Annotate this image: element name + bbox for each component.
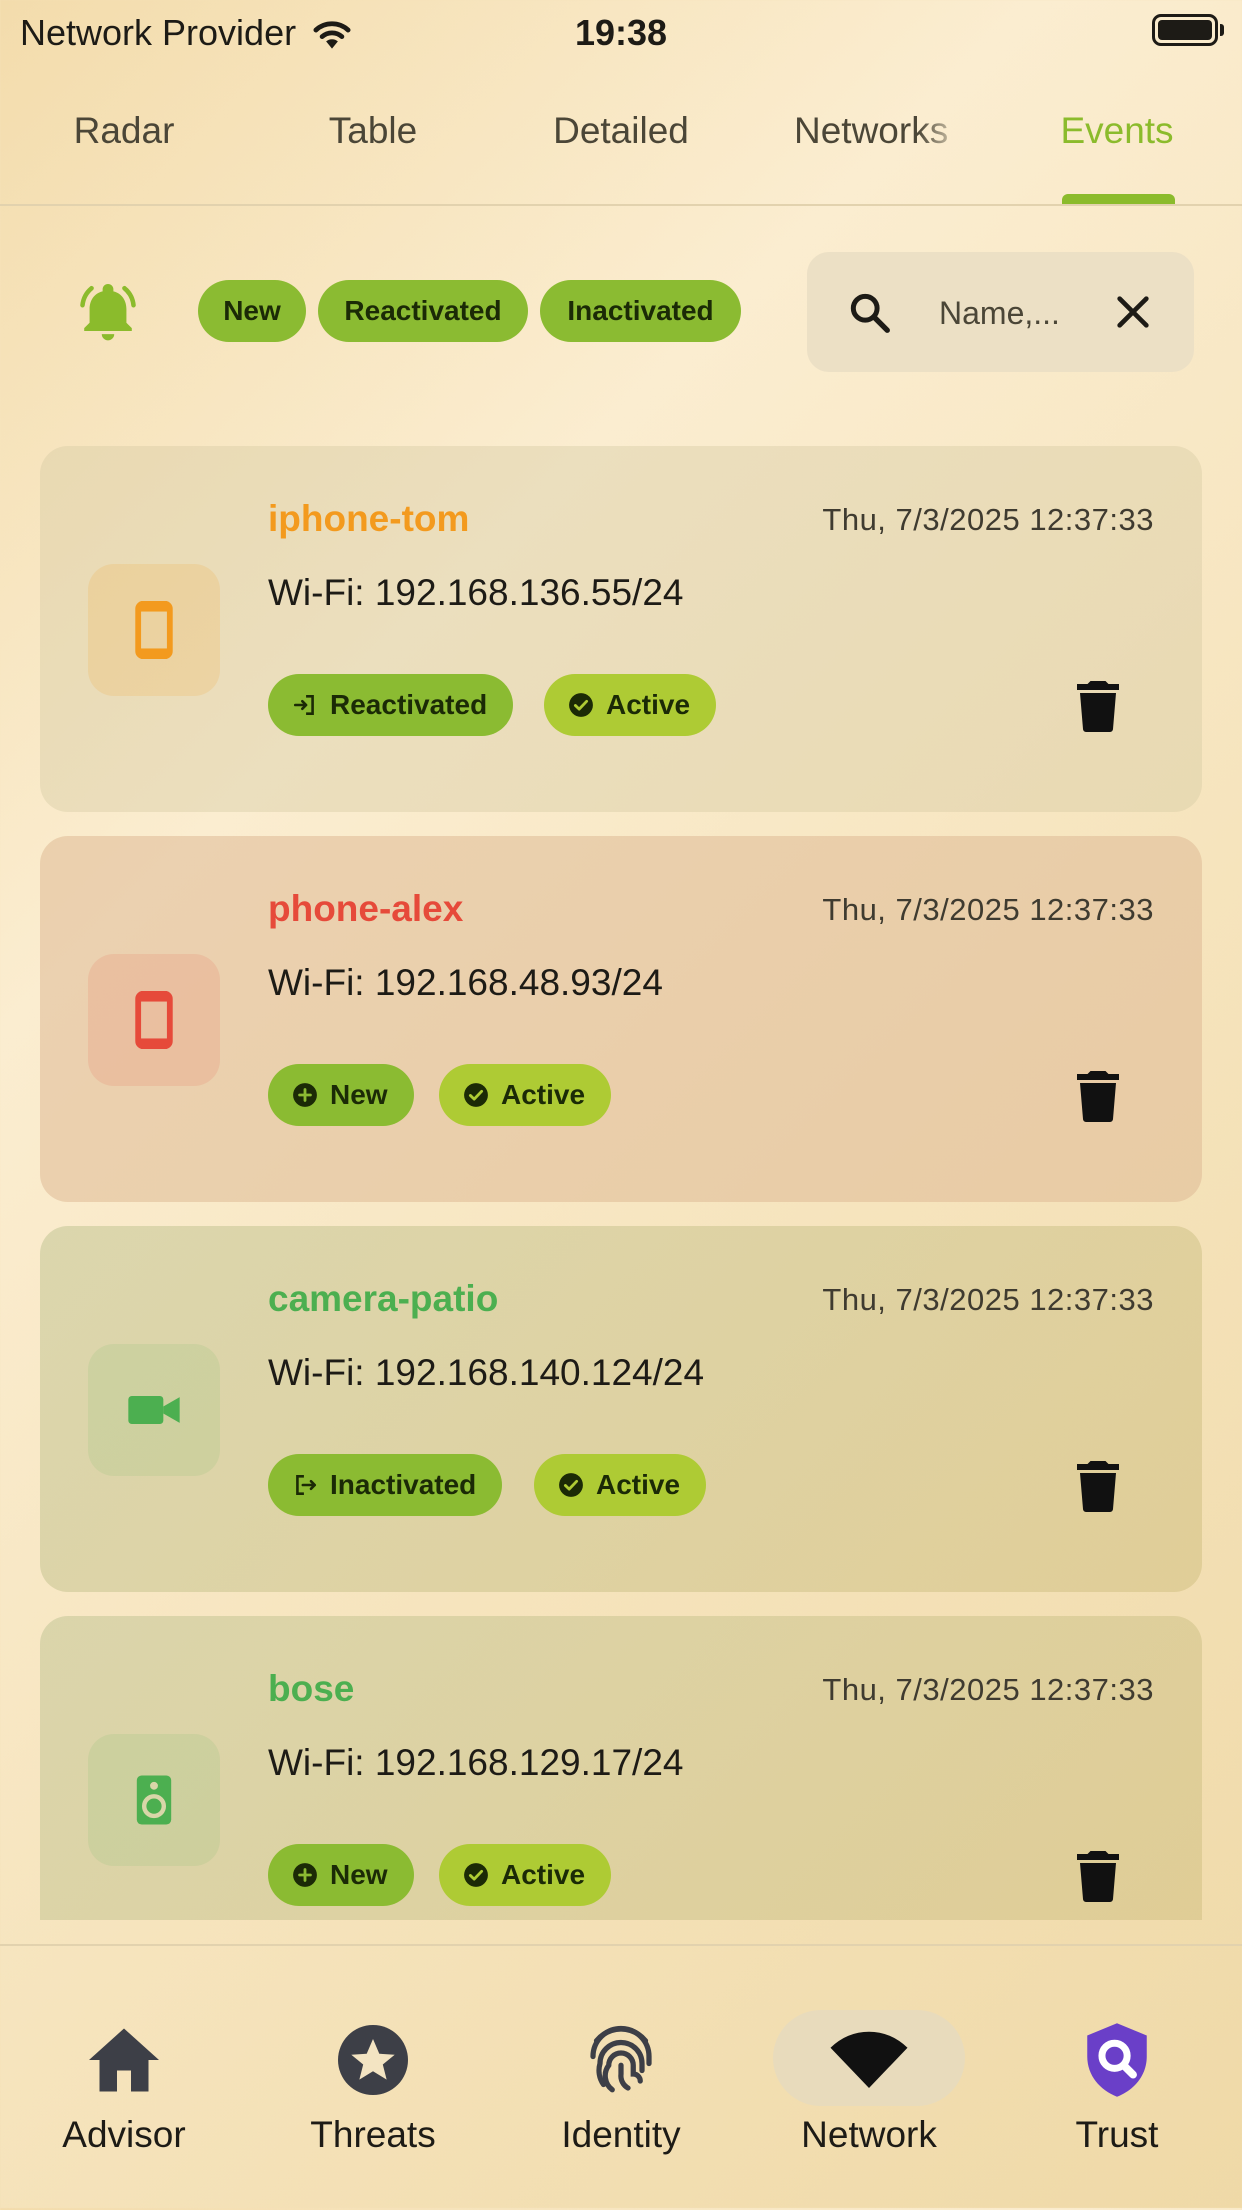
video-camera-icon xyxy=(128,1396,180,1424)
device-icon-tile xyxy=(88,1734,220,1866)
tab-networks[interactable]: Networks xyxy=(758,110,958,152)
filter-chip-new[interactable]: New xyxy=(198,280,306,342)
device-icon-tile xyxy=(88,954,220,1086)
check-circle-icon xyxy=(569,693,593,717)
filter-chip-inactivated[interactable]: Inactivated xyxy=(540,280,741,342)
device-address: Wi-Fi: 192.168.48.93/24 xyxy=(268,962,663,1003)
check-circle-icon xyxy=(464,1083,488,1107)
status-badge-label: Active xyxy=(596,1469,681,1500)
tab-events[interactable]: Events xyxy=(1002,110,1232,152)
phone-icon xyxy=(135,991,173,1049)
home-icon xyxy=(89,2028,159,2092)
speaker-icon xyxy=(136,1775,172,1825)
event-badge-reactivated: Reactivated xyxy=(268,674,514,736)
battery-nub xyxy=(1220,24,1224,36)
nav-identity[interactable]: Identity xyxy=(501,2018,741,2156)
event-badge-label: Reactivated xyxy=(330,689,488,720)
device-name: bose xyxy=(268,1668,355,1709)
trash-icon[interactable] xyxy=(1074,1068,1122,1122)
nav-threats[interactable]: Threats xyxy=(253,2018,493,2156)
plus-circle-icon xyxy=(293,1863,317,1887)
event-badge-inactivated: Inactivated xyxy=(268,1454,503,1516)
nav-label: Trust xyxy=(1075,2114,1159,2155)
status-badge-label: Active xyxy=(501,1079,586,1110)
status-badge: Active xyxy=(534,1454,707,1516)
shield-search-icon xyxy=(1087,2023,1147,2097)
event-card[interactable]: camera-patio Thu, 7/3/2025 12:37:33 Wi-F… xyxy=(40,1226,1202,1592)
bottom-navigation: Advisor Threats Identity Network Trust xyxy=(0,1944,1242,2210)
wifi-icon xyxy=(830,2031,908,2088)
event-card[interactable]: iphone-tom Thu, 7/3/2025 12:37:33 Wi-Fi:… xyxy=(40,446,1202,812)
nav-trust[interactable]: Trust xyxy=(997,2018,1237,2156)
top-tab-bar: Radar Table Detailed Networks Events xyxy=(0,96,1242,206)
event-badge-label: Inactivated xyxy=(330,1469,477,1500)
trash-icon[interactable] xyxy=(1074,1848,1122,1902)
check-circle-icon xyxy=(559,1473,583,1497)
nav-label: Identity xyxy=(561,2114,681,2155)
search-box xyxy=(807,252,1194,372)
filter-chip-reactivated[interactable]: Reactivated xyxy=(318,280,528,342)
device-icon-tile xyxy=(88,1344,220,1476)
bell-icon[interactable] xyxy=(74,278,142,346)
status-bar: Network Provider 19:38 xyxy=(0,0,1242,64)
status-badge: Active xyxy=(439,1844,612,1906)
event-timestamp: Thu, 7/3/2025 12:37:33 xyxy=(822,502,1154,537)
event-timestamp: Thu, 7/3/2025 12:37:33 xyxy=(822,1282,1154,1317)
fingerprint-icon xyxy=(590,2025,652,2093)
status-badge: Active xyxy=(544,674,717,736)
plus-circle-icon xyxy=(293,1083,317,1107)
nav-label: Advisor xyxy=(62,2114,186,2155)
tab-detailed[interactable]: Detailed xyxy=(506,110,736,152)
phone-icon xyxy=(135,601,173,659)
battery-icon xyxy=(1152,14,1218,46)
event-badge-new: New xyxy=(268,1064,414,1126)
tab-radar[interactable]: Radar xyxy=(9,110,239,152)
nav-advisor[interactable]: Advisor xyxy=(4,2018,244,2156)
device-address: Wi-Fi: 192.168.129.17/24 xyxy=(268,1742,684,1783)
tab-table[interactable]: Table xyxy=(258,110,488,152)
close-icon[interactable] xyxy=(1113,292,1153,332)
event-badge-new: New xyxy=(268,1844,414,1906)
nav-label: Threats xyxy=(310,2114,436,2155)
clock: 19:38 xyxy=(574,12,668,53)
device-name: iphone-tom xyxy=(268,498,470,539)
device-address: Wi-Fi: 192.168.136.55/24 xyxy=(268,572,684,613)
event-badge-label: New xyxy=(330,1859,388,1890)
search-icon xyxy=(850,293,890,333)
trash-icon[interactable] xyxy=(1074,678,1122,732)
device-name: camera-patio xyxy=(268,1278,499,1319)
device-name: phone-alex xyxy=(268,888,464,929)
event-badge-label: New xyxy=(330,1079,388,1110)
search-input[interactable] xyxy=(937,282,1091,344)
device-icon-tile xyxy=(88,564,220,696)
nav-label: Network xyxy=(801,2114,937,2155)
device-address: Wi-Fi: 192.168.140.124/24 xyxy=(268,1352,705,1393)
event-list: iphone-tom Thu, 7/3/2025 12:37:33 Wi-Fi:… xyxy=(40,446,1202,1920)
status-badge-label: Active xyxy=(606,689,691,720)
active-tab-indicator xyxy=(1062,194,1175,204)
nav-network[interactable]: Network xyxy=(749,2018,989,2156)
check-circle-icon xyxy=(464,1863,488,1887)
star-badge-icon xyxy=(338,2025,408,2095)
login-icon xyxy=(293,695,314,715)
event-timestamp: Thu, 7/3/2025 12:37:33 xyxy=(822,1672,1154,1707)
logout-icon xyxy=(296,1475,317,1495)
status-badge: Active xyxy=(439,1064,612,1126)
trash-icon[interactable] xyxy=(1074,1458,1122,1512)
event-card[interactable]: bose Thu, 7/3/2025 12:37:33 Wi-Fi: 192.1… xyxy=(40,1616,1202,1920)
event-card[interactable]: phone-alex Thu, 7/3/2025 12:37:33 Wi-Fi:… xyxy=(40,836,1202,1202)
event-timestamp: Thu, 7/3/2025 12:37:33 xyxy=(822,892,1154,927)
status-badge-label: Active xyxy=(501,1859,586,1890)
